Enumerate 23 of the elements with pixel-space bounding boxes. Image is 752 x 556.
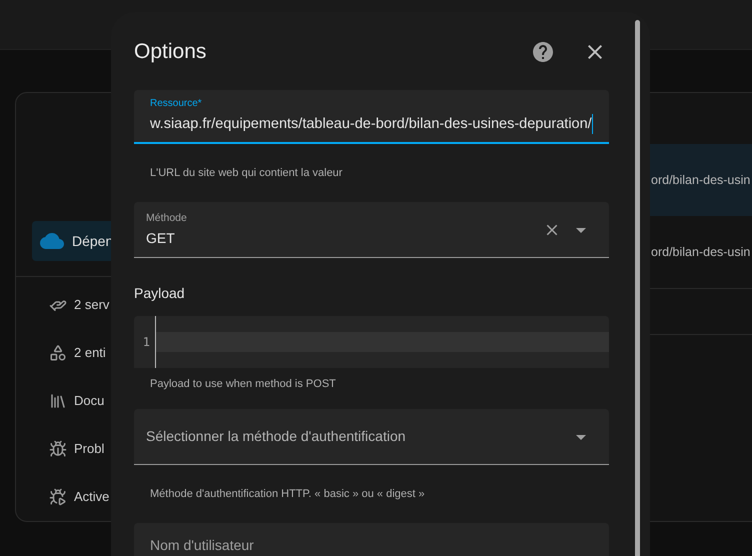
field-placeholder: Nom d'utilisateur [150,536,255,555]
shapes-icon [49,344,67,362]
helper-text: L'URL du site web qui contient la valeur [150,167,342,179]
select-field[interactable]: Méthode GET [134,202,609,258]
field-placeholder: Sélectionner la méthode d'authentification [146,427,407,446]
helper-text: Payload to use when method is POST [150,378,336,390]
select-field[interactable]: Sélectionner la méthode d'authentification [134,409,609,465]
code-editor[interactable]: 1 [134,316,609,368]
field-value: GET [146,228,176,248]
line-number: 1 [142,334,150,351]
scrollbar[interactable] [634,20,640,556]
helper-text: Méthode d'authentification HTTP. « basic » ou « digest » [150,488,425,500]
bug-icon [49,440,67,458]
field-label: Méthode [146,212,188,224]
bug-play-icon [49,488,67,506]
section-heading: Payload [134,285,185,301]
text-field[interactable]: Nom d'utilisateur [134,523,609,556]
books-icon [49,392,67,410]
field-label: Ressource* [150,98,203,110]
field-value: w.siaap.fr/equipements/tableau-de-bord/bilan-des-usines-depuration/ [150,114,593,134]
dialog-title: Options [134,38,208,65]
text-field[interactable]: Ressource* w.siaap.fr/equipements/tableau-de-bord/bilan-des-usines-depuration/ [134,90,609,144]
help-icon[interactable] [530,40,555,64]
